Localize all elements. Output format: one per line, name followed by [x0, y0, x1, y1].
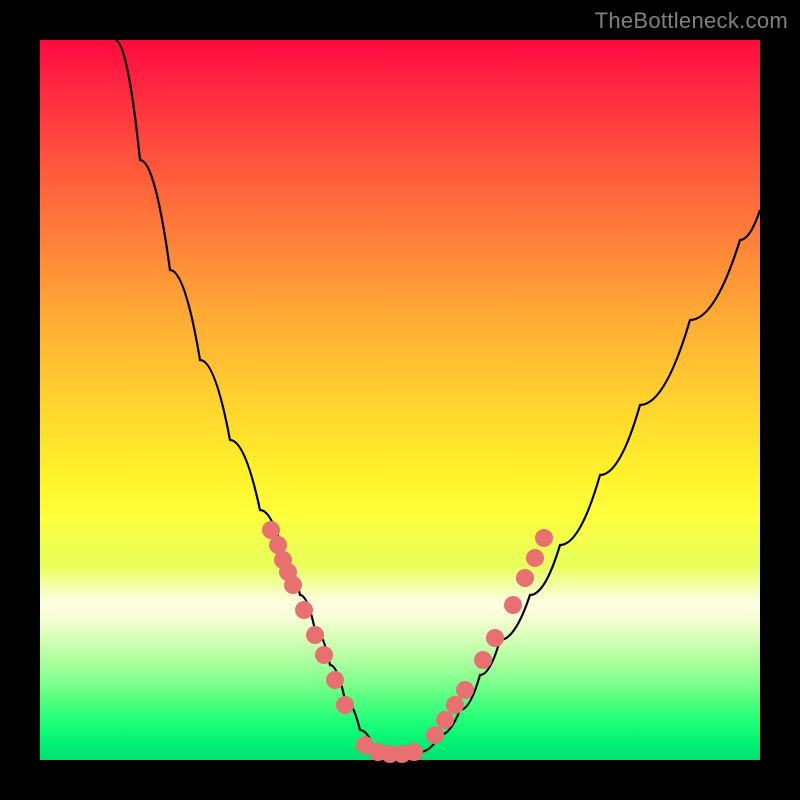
plot-area: [40, 40, 760, 760]
marker-dot: [456, 681, 474, 699]
marker-dot: [326, 671, 344, 689]
marker-dot: [516, 569, 534, 587]
marker-dot: [526, 549, 544, 567]
watermark-label: TheBottleneck.com: [595, 8, 788, 34]
marker-dot: [315, 646, 333, 664]
marker-dot: [306, 626, 324, 644]
marker-dot: [436, 711, 454, 729]
bottleneck-curve: [115, 40, 760, 755]
marker-dot: [504, 596, 522, 614]
marker-dot: [474, 651, 492, 669]
marker-dot: [446, 696, 464, 714]
marker-dot: [405, 743, 423, 761]
marker-dot: [284, 576, 302, 594]
curve-svg: [40, 40, 760, 760]
marker-dot: [336, 696, 354, 714]
marker-dot: [535, 529, 553, 547]
marker-dot: [426, 726, 444, 744]
marker-dot: [295, 601, 313, 619]
marker-dot: [486, 629, 504, 647]
